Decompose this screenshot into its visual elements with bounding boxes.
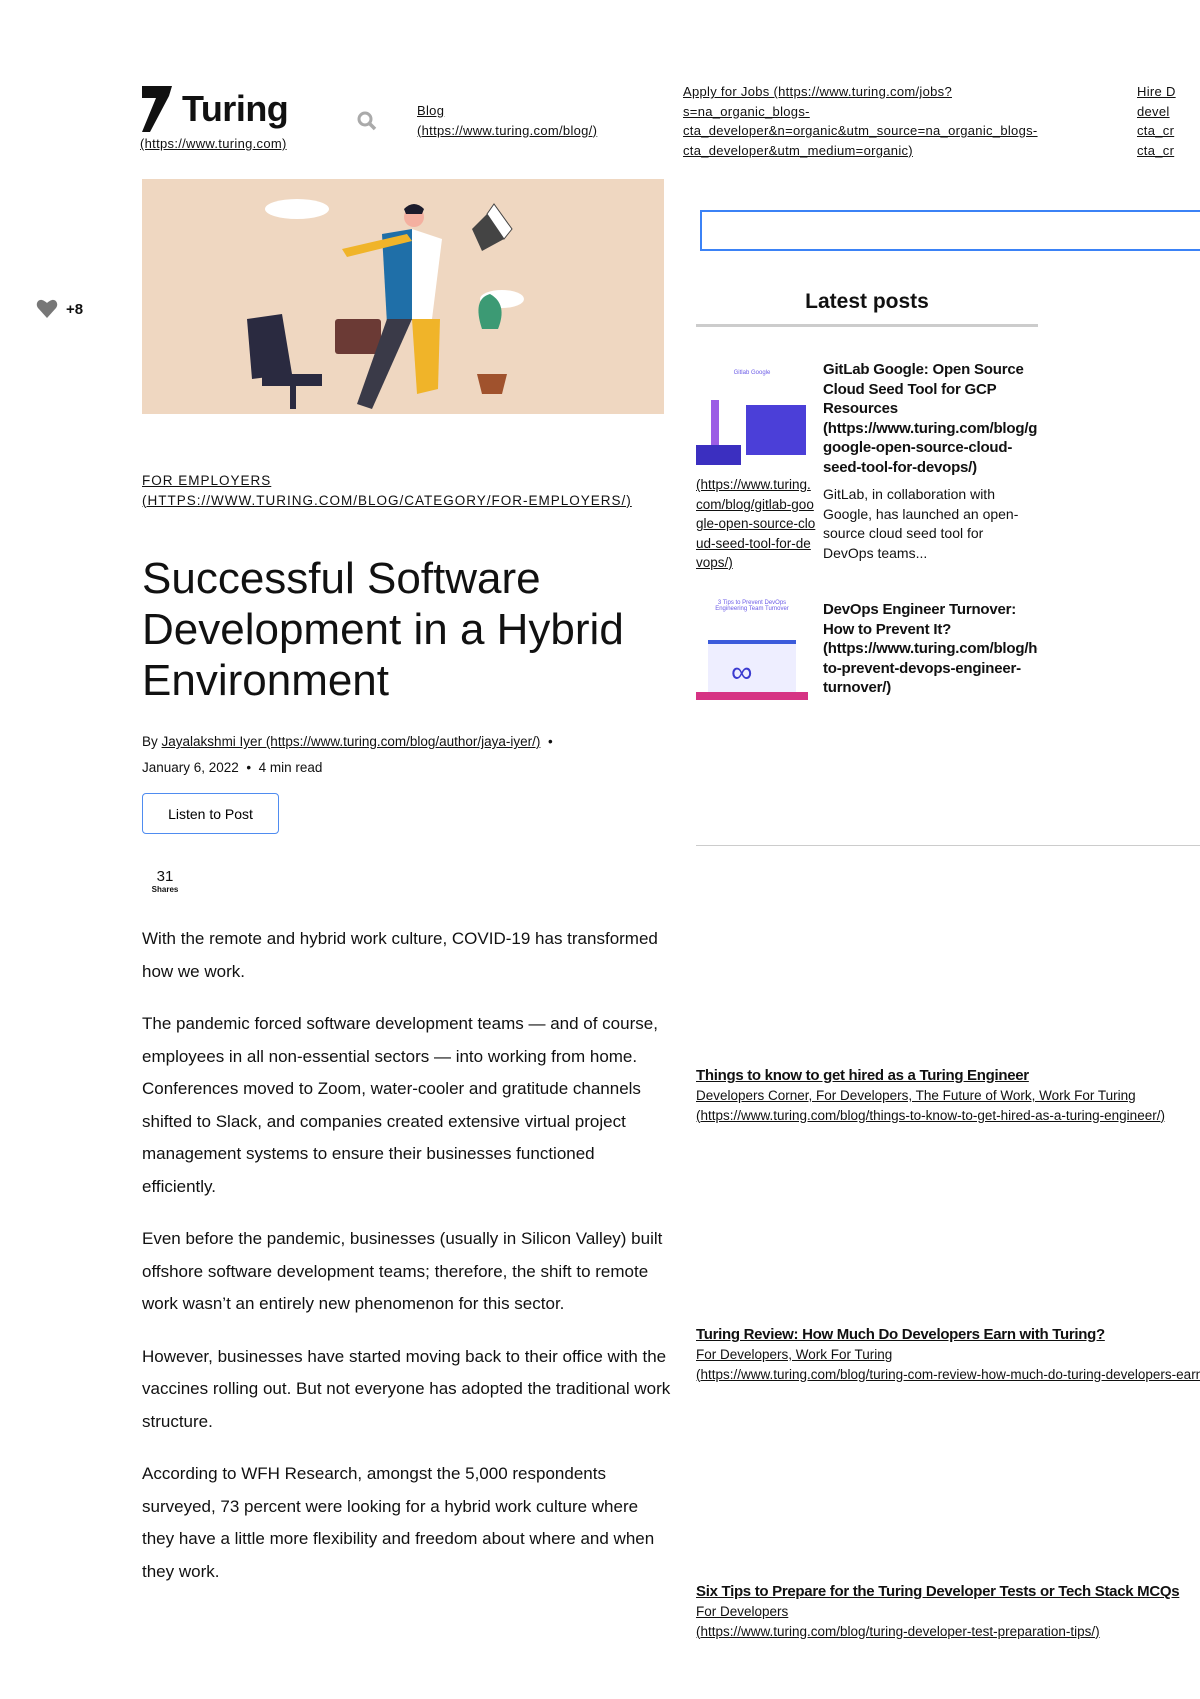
like-widget[interactable]: +8 — [36, 299, 83, 319]
blog-label: Blog — [417, 103, 445, 118]
byline: By Jayalakshmi Iyer (https://www.turing.… — [142, 732, 553, 752]
logo-text: Turing — [182, 88, 289, 129]
related-post-url[interactable]: (https://www.turing.com/blog/turing-deve… — [696, 1624, 1100, 1639]
listen-to-post-button[interactable]: Listen to Post — [142, 793, 279, 834]
share-counter: 31 Shares — [150, 868, 180, 894]
related-post: Things to know to get hired as a Turing … — [696, 1066, 1200, 1125]
apply-line: s=na_organic_blogs- — [683, 103, 810, 119]
related-post-url[interactable]: (https://www.turing.com/blog/things-to-k… — [696, 1108, 1165, 1123]
related-post-title-link[interactable]: Things to know to get hired as a Turing … — [696, 1067, 1029, 1084]
paragraph: According to WFH Research, amongst the 5… — [142, 1464, 655, 1581]
separator-dot: • — [242, 760, 255, 775]
apply-line: Apply for Jobs (https://www.turing.com/j… — [683, 84, 952, 99]
category-url: (HTTPS://WWW.TURING.COM/BLOG/CATEGORY/FO… — [142, 492, 632, 508]
related-post-url[interactable]: (https://www.turing.com/blog/turing-com-… — [696, 1367, 1200, 1382]
sidebar-divider — [696, 845, 1200, 846]
article-body: With the remote and hybrid work culture,… — [142, 923, 672, 1608]
latest-post-title-link[interactable]: GitLab Google: Open Source Cloud Seed To… — [823, 360, 1038, 478]
post-excerpt: GitLab, in collaboration with Google, ha… — [823, 486, 1019, 561]
latest-posts-heading: Latest posts — [696, 290, 1038, 327]
apply-line: cta_developer&utm_medium=organic) — [683, 142, 913, 158]
hire-line: cta_cr — [1137, 123, 1175, 138]
like-count: +8 — [66, 300, 84, 318]
paragraph: Even before the pandemic, businesses (us… — [142, 1229, 663, 1313]
paragraph: However, businesses have started moving … — [142, 1346, 671, 1431]
paragraph: With the remote and hybrid work culture,… — [142, 929, 658, 981]
nav-hire-developers-link[interactable]: Hire D devel cta_cr cta_cr — [1137, 82, 1200, 160]
read-time: 4 min read — [258, 760, 323, 775]
apply-line: cta_developer&n=organic&utm_source=na_or… — [683, 123, 1038, 138]
author-link[interactable]: Jayalakshmi Iyer (https://www.turing.com… — [162, 734, 541, 749]
sidebar-search-input[interactable] — [700, 210, 1200, 251]
nav-apply-jobs-link[interactable]: Apply for Jobs (https://www.turing.com/j… — [683, 82, 1133, 160]
category-link[interactable]: FOR EMPLOYERS (HTTPS://WWW.TURING.COM/BLO… — [142, 471, 662, 510]
turing-logo-icon — [142, 86, 172, 132]
nav-blog-link[interactable]: Blog (https://www.turing.com/blog/) — [417, 101, 677, 140]
turing-logo-link[interactable]: Turing — [142, 86, 289, 132]
related-post-categories[interactable]: For Developers, Work For Turing — [696, 1347, 892, 1362]
related-post: Six Tips to Prepare for the Turing Devel… — [696, 1582, 1200, 1641]
heart-icon — [36, 299, 58, 318]
related-post-title-link[interactable]: Six Tips to Prepare for the Turing Devel… — [696, 1583, 1180, 1600]
blog-url: (https://www.turing.com/blog/) — [417, 122, 598, 138]
article-title: Successful Software Development in a Hyb… — [142, 554, 624, 705]
latest-post-title-link[interactable]: DevOps Engineer Turnover: How to Prevent… — [823, 600, 1038, 698]
related-post-categories[interactable]: Developers Corner, For Developers, The F… — [696, 1088, 1136, 1103]
related-post-categories[interactable]: For Developers — [696, 1604, 788, 1619]
hire-line: devel — [1137, 103, 1170, 119]
separator-dot: • — [544, 734, 553, 749]
hero-image — [142, 179, 664, 414]
post-thumbnail[interactable]: 3 Tips to Prevent DevOps Engineering Tea… — [696, 600, 808, 700]
hire-line: cta_cr — [1137, 142, 1175, 158]
thumbnail-caption: Gitlab Google — [733, 370, 771, 376]
post-image-link[interactable]: (https://www.turing.com/blog/gitlab-goog… — [696, 475, 816, 573]
logo-url-link[interactable]: (https://www.turing.com) — [140, 134, 287, 154]
search-icon[interactable] — [356, 110, 378, 132]
post-meta: January 6, 2022 • 4 min read — [142, 758, 322, 778]
post-date: January 6, 2022 — [142, 760, 239, 775]
related-post: Turing Review: How Much Do Developers Ea… — [696, 1325, 1200, 1384]
related-post-title-link[interactable]: Turing Review: How Much Do Developers Ea… — [696, 1326, 1105, 1343]
thumbnail-caption: 3 Tips to Prevent DevOps Engineering Tea… — [715, 600, 789, 612]
shares-count: 31 — [156, 868, 174, 885]
category-label: FOR EMPLOYERS — [142, 473, 272, 488]
paragraph: The pandemic forced software development… — [142, 1014, 658, 1196]
by-label: By — [142, 734, 158, 749]
hire-line: Hire D — [1137, 84, 1176, 99]
shares-label: Shares — [151, 885, 179, 894]
post-thumbnail[interactable]: Gitlab Google — [696, 370, 808, 470]
